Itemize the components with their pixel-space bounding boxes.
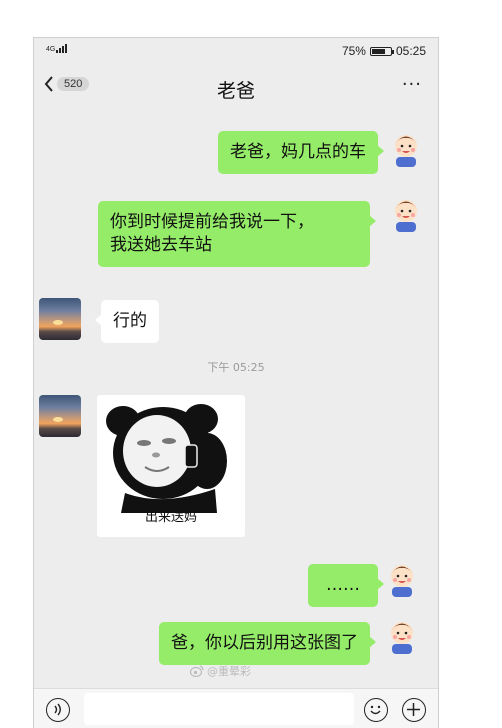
message-bubble-outgoing[interactable]: 老爸，妈几点的车	[218, 131, 384, 174]
user-avatar-cartoon-boy[interactable]	[386, 618, 418, 654]
battery-icon	[369, 46, 394, 56]
user-avatar-cartoon-boy[interactable]	[386, 561, 418, 597]
contact-avatar-sunset[interactable]	[39, 395, 81, 437]
weibo-logo-icon	[190, 665, 204, 677]
chat-header: 520 老爸 ···	[34, 64, 438, 110]
more-functions-button[interactable]	[402, 698, 426, 722]
smiley-icon	[370, 705, 381, 715]
contact-avatar-sunset[interactable]	[39, 298, 81, 340]
message-timestamp: 下午 05:25	[207, 361, 265, 374]
status-bar: 4G 75% 05:25	[34, 38, 438, 64]
user-avatar-cartoon-boy[interactable]	[390, 196, 422, 232]
message-bubble-incoming[interactable]: 行的	[95, 300, 159, 343]
clock: 05:25	[395, 44, 426, 58]
sticker-message[interactable]: 出来送妈	[97, 395, 245, 537]
chat-input-bar	[34, 688, 438, 728]
emoji-button[interactable]	[364, 698, 388, 722]
message-bubble-outgoing[interactable]: 你到时候提前给我说一下， 我送她去车站	[98, 201, 376, 267]
plus-icon	[407, 703, 420, 716]
message-bubble-outgoing[interactable]: ……	[308, 564, 384, 607]
chat-title: 老爸	[216, 80, 255, 102]
watermark: @重晕彩	[190, 663, 251, 679]
message-bubble-outgoing[interactable]: 爸，你以后别用这张图了	[159, 622, 376, 665]
signal-icon: 4G	[46, 44, 68, 53]
chat-screen: 4G 75% 05:25 520 老爸 ··· 老爸，妈几点的车 你到时候提前给…	[33, 37, 439, 728]
battery-percent: 75%	[341, 44, 366, 58]
voice-input-button[interactable]	[46, 698, 70, 722]
message-input[interactable]	[84, 693, 354, 725]
watermark-text: @重晕彩	[207, 665, 251, 678]
sticker-caption: 出来送妈	[144, 510, 197, 525]
network-type: 4G	[46, 46, 56, 53]
more-options-button[interactable]: ···	[402, 74, 422, 95]
user-avatar-cartoon-boy[interactable]	[390, 131, 422, 167]
panda-meme-sticker	[106, 404, 227, 513]
voice-icon	[54, 703, 61, 716]
